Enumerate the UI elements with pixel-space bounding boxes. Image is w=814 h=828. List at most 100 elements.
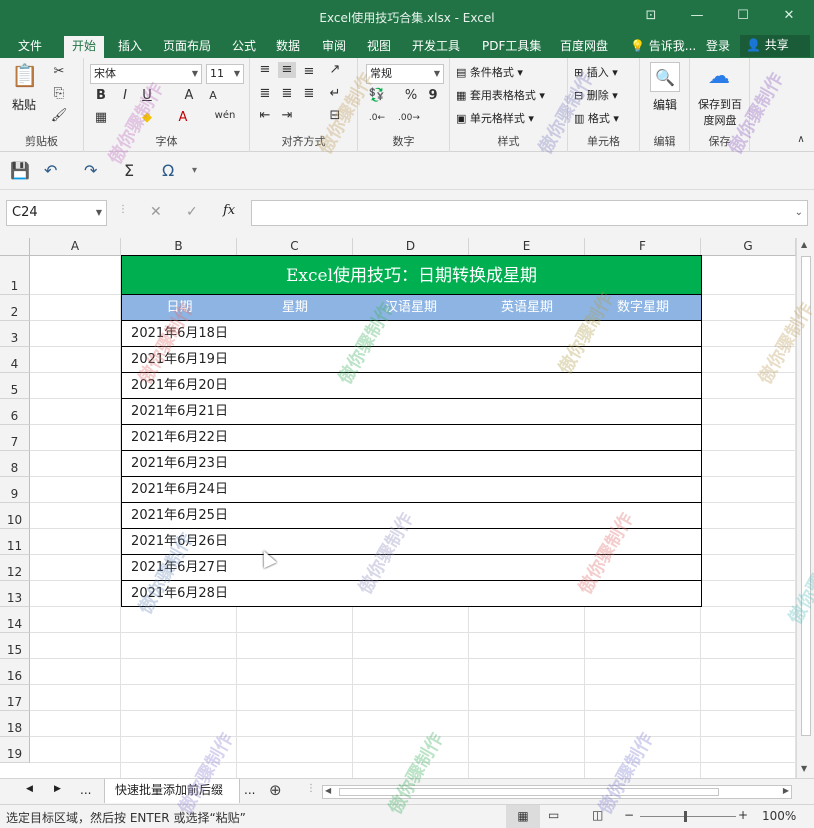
row-header[interactable]: 15 [0,633,30,659]
shrink-font-button[interactable]: A [204,88,222,104]
date-cell[interactable]: 2021年6月23日 [121,451,238,477]
conditional-format-button[interactable]: ▤ 条件格式 ▾ [456,64,523,80]
zoom-out-icon[interactable]: − [624,808,634,822]
horizontal-scrollbar[interactable]: ◀ ▶ [322,785,792,799]
editing-button[interactable]: 编辑 [653,96,677,113]
autosum-icon[interactable]: Σ [124,161,134,181]
expand-formula-icon[interactable]: ⌄ [795,207,803,218]
weekday-cell[interactable] [237,373,354,399]
save-icon[interactable]: 💾 [10,161,30,181]
tab-splitter-icon[interactable]: ⋮ [306,783,316,794]
weekday-cell[interactable] [353,477,470,503]
format-cells-button[interactable]: ▥ 格式 ▾ [574,110,619,126]
worksheet-grid[interactable]: ABCDEFG 1 2 3 4 5 6 7 8 9 10 11 12 13 14 15 16 17 18 19 Ex… [0,238,814,778]
copy-icon[interactable]: ⎘ [50,86,68,102]
column-header[interactable]: F [585,238,701,256]
scroll-left-icon[interactable]: ◀ [325,786,331,795]
weekday-cell[interactable] [353,581,470,607]
row-header[interactable]: 10 [0,503,30,529]
weekday-cell[interactable] [237,477,354,503]
date-cell[interactable]: 2021年6月21日 [121,399,238,425]
row-header[interactable]: 4 [0,347,30,373]
number-format-select[interactable]: 常规 ▼ [366,64,444,84]
row-header[interactable]: 6 [0,399,30,425]
weekday-cell[interactable] [585,529,702,555]
add-sheet-icon[interactable]: ⊕ [269,781,282,799]
collapse-ribbon-icon[interactable]: ∧ [792,132,810,148]
row-header[interactable]: 19 [0,737,30,763]
weekday-cell[interactable] [469,425,586,451]
border-icon[interactable]: ▦ [92,110,110,126]
weekday-cell[interactable] [469,373,586,399]
share-button[interactable]: 👤 共享 [740,35,810,57]
confirm-entry-button[interactable]: ✓ [186,204,198,220]
tab-formulas[interactable]: 公式 [224,36,264,58]
weekday-cell[interactable] [353,451,470,477]
align-center-icon[interactable]: ≣ [278,86,296,102]
paste-icon[interactable]: 📋 [10,62,40,92]
weekday-cell[interactable] [585,425,702,451]
weekday-cell[interactable] [469,477,586,503]
align-right-icon[interactable]: ≣ [300,86,318,102]
column-header[interactable]: D [353,238,469,256]
paste-button[interactable]: 粘贴 [12,96,36,113]
align-top-icon[interactable]: ≡ [256,62,274,78]
wrap-text-icon[interactable]: ↵ [326,86,344,102]
next-sheet-icon[interactable]: ▶ [54,784,61,794]
table-header-cell[interactable]: 日期 [121,295,238,321]
minimize-button[interactable]: — [686,6,708,26]
table-header-cell[interactable]: 数字星期 [585,295,702,321]
formula-input[interactable]: ⌄ [251,200,808,226]
customize-qat-icon[interactable]: ▾ [192,161,197,181]
date-cell[interactable]: 2021年6月24日 [121,477,238,503]
increase-indent-icon[interactable]: ⇥ [278,108,296,124]
row-header[interactable]: 3 [0,321,30,347]
weekday-cell[interactable] [585,373,702,399]
page-layout-view-icon[interactable]: ▭ [548,808,559,822]
ribbon-display-icon[interactable]: ⊡ [640,6,662,26]
vertical-scrollbar[interactable]: ▲ ▼ [796,238,814,778]
tab-developer[interactable]: 开发工具 [404,36,468,58]
weekday-cell[interactable] [237,555,354,581]
orientation-icon[interactable]: ↗ [326,62,344,78]
weekday-cell[interactable] [469,451,586,477]
cloud-icon[interactable]: ☁ [704,62,734,92]
column-header[interactable]: B [121,238,237,256]
tab-review[interactable]: 审阅 [314,36,354,58]
align-bottom-icon[interactable]: ≡ [300,64,318,80]
align-left-icon[interactable]: ≣ [256,86,274,102]
merge-center-icon[interactable]: ⊟ [326,108,344,124]
cut-icon[interactable]: ✂ [50,64,68,80]
normal-view-icon[interactable]: ▦ [506,805,540,828]
table-header-cell[interactable]: 汉语星期 [353,295,470,321]
column-header[interactable]: C [237,238,353,256]
splitter-icon[interactable]: ⋮ [118,204,128,215]
weekday-cell[interactable] [353,555,470,581]
page-break-view-icon[interactable]: ◫ [592,808,603,822]
tab-file[interactable]: 文件 [10,36,50,58]
percent-button[interactable]: % [402,88,420,104]
row-header[interactable]: 13 [0,581,30,607]
vertical-scroll-thumb[interactable] [801,256,811,736]
row-header[interactable]: 1 [0,256,30,295]
row-header[interactable]: 8 [0,451,30,477]
cancel-entry-button[interactable]: ✕ [150,204,162,220]
horizontal-scroll-thumb[interactable] [339,788,719,796]
weekday-cell[interactable] [585,399,702,425]
column-header[interactable]: G [701,238,796,256]
date-cell[interactable]: 2021年6月18日 [121,321,238,347]
align-middle-icon[interactable]: ≡ [278,62,296,78]
table-title[interactable]: Excel使用技巧：日期转换成星期 [121,255,702,295]
format-as-table-button[interactable]: ▦ 套用表格格式 ▾ [456,87,545,103]
name-box[interactable]: C24 ▼ [6,200,107,226]
weekday-cell[interactable] [237,451,354,477]
insert-cells-button[interactable]: ⊞ 插入 ▾ [574,64,618,80]
weekday-cell[interactable] [469,555,586,581]
row-header[interactable]: 2 [0,295,30,321]
weekday-cell[interactable] [469,399,586,425]
date-cell[interactable]: 2021年6月25日 [121,503,238,529]
row-header[interactable]: 12 [0,555,30,581]
weekday-cell[interactable] [353,399,470,425]
select-all-corner[interactable] [0,238,30,256]
table-header-cell[interactable]: 英语星期 [469,295,586,321]
